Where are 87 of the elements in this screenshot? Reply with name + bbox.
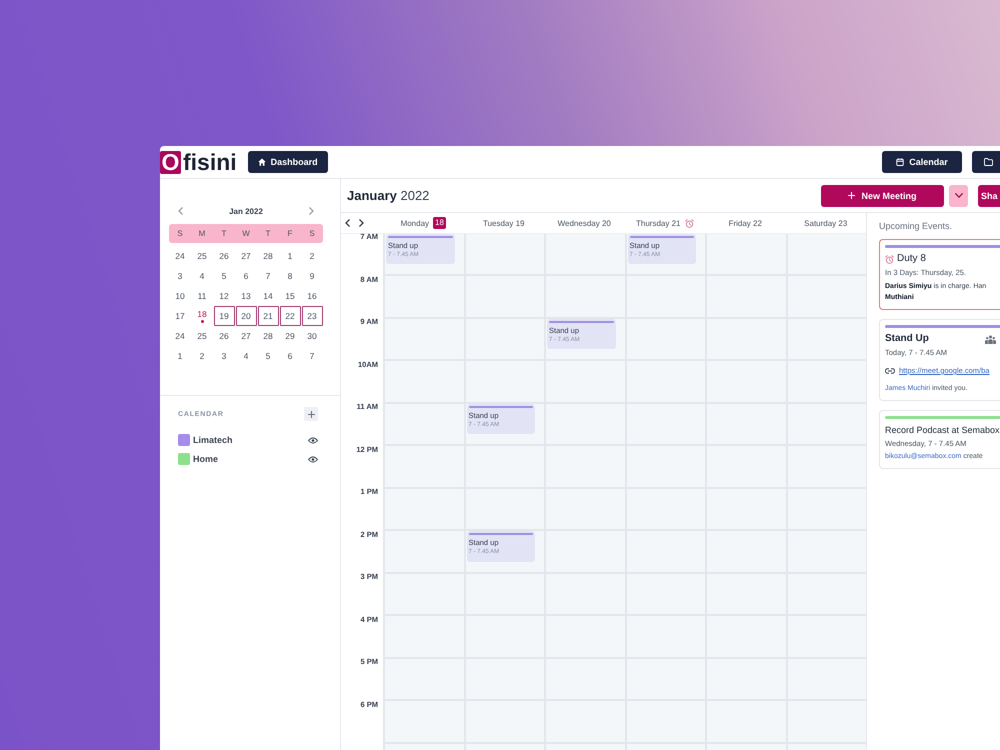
date-cell[interactable]: 26: [214, 326, 234, 346]
chevron-left-icon[interactable]: [345, 219, 350, 227]
card-title: Stand Up: [885, 333, 930, 345]
date-cell[interactable]: 5: [214, 266, 234, 286]
panel-heading: Upcoming Events.: [879, 221, 952, 231]
date-cell[interactable]: 4: [236, 346, 256, 366]
date-cell[interactable]: 30: [302, 326, 322, 346]
date-cell[interactable]: 3: [170, 266, 190, 286]
date-cell[interactable]: 2: [192, 346, 212, 366]
day-label: Wednesday 20: [558, 218, 611, 228]
logo-text: fisini: [183, 150, 237, 174]
chevron-down-icon: [954, 193, 962, 198]
day-label: Monday: [400, 218, 430, 228]
calendar-label[interactable]: Limatech: [193, 435, 233, 445]
month-label: Jan 2022: [229, 206, 263, 216]
date-cell[interactable]: 6: [280, 346, 300, 366]
date-cell[interactable]: 7: [258, 266, 278, 286]
weekday-label: S: [309, 229, 315, 238]
date-cell[interactable]: 19: [214, 306, 234, 326]
date-cell[interactable]: 28: [258, 326, 278, 346]
add-calendar-button[interactable]: [304, 407, 318, 421]
chevron-right-icon[interactable]: [359, 219, 364, 227]
weekday-label: T: [222, 229, 226, 238]
date-cell[interactable]: 7: [302, 346, 322, 366]
people-icon: [985, 334, 996, 344]
date-cell[interactable]: 15: [280, 286, 300, 306]
date-cell[interactable]: 20: [236, 306, 256, 326]
day-label: Friday 22: [728, 218, 762, 228]
day-label: Thursday 21: [636, 218, 680, 228]
date-cell[interactable]: 24: [170, 326, 190, 346]
date-cell[interactable]: 28: [258, 246, 278, 266]
date-cell[interactable]: 1: [170, 346, 190, 366]
plus-icon: [848, 192, 856, 199]
new-meeting-button[interactable]: New Meeting: [821, 184, 944, 206]
date-cell[interactable]: 6: [236, 266, 256, 286]
date-cell[interactable]: 21: [258, 306, 278, 326]
date-cell[interactable]: 22: [280, 306, 300, 326]
weekday-label: W: [242, 229, 250, 238]
date-cell[interactable]: 10: [170, 286, 190, 306]
weekday-label: F: [288, 229, 292, 238]
calendar-icon: [896, 158, 904, 166]
date-cell[interactable]: 11: [192, 286, 212, 306]
date-cell[interactable]: 17: [170, 306, 190, 326]
folder-icon: [984, 158, 993, 166]
alarm-clock-icon: [885, 254, 894, 264]
date-cell[interactable]: 23: [302, 306, 322, 326]
dropdown-button[interactable]: [949, 184, 968, 206]
date-cell[interactable]: 14: [258, 286, 278, 306]
card-title: Record Podcast at Semabox: [885, 424, 1000, 436]
date-cell[interactable]: 2: [302, 246, 322, 266]
card-title: Duty 8: [897, 253, 926, 265]
date-cell[interactable]: 25: [192, 326, 212, 346]
month-title: January 2022: [347, 188, 430, 203]
weekday-label: S: [177, 229, 183, 238]
weekday-label: M: [198, 229, 206, 238]
date-cell[interactable]: 1: [280, 246, 300, 266]
date-badge: 18: [433, 217, 446, 229]
date-cell[interactable]: 27: [236, 246, 256, 266]
date-cell[interactable]: 8: [280, 266, 300, 286]
date-cell[interactable]: 3: [214, 346, 234, 366]
date-cell[interactable]: 4: [192, 266, 212, 286]
date-cell[interactable]: 18: [192, 306, 212, 326]
dashboard-button[interactable]: Dashboard: [248, 151, 328, 173]
calendar-label[interactable]: Home: [193, 454, 218, 464]
home-icon: [258, 158, 266, 166]
share-button[interactable]: Sha: [978, 184, 1000, 206]
eye-icon[interactable]: [308, 456, 318, 462]
weekday-label: T: [266, 229, 270, 238]
folder-button[interactable]: [972, 151, 1000, 173]
logo-mark: O: [160, 150, 181, 174]
date-cell[interactable]: 9: [302, 266, 322, 286]
link-icon: [885, 368, 895, 374]
calendar-button[interactable]: Calendar: [882, 151, 962, 173]
date-cell[interactable]: 26: [214, 246, 234, 266]
today-dot-icon: [200, 320, 204, 323]
day-label: Tuesday 19: [482, 218, 525, 228]
date-cell[interactable]: 16: [302, 286, 322, 306]
day-label: Saturday 23: [804, 218, 848, 228]
date-cell[interactable]: 12: [214, 286, 234, 306]
date-cell[interactable]: 5: [258, 346, 278, 366]
date-cell[interactable]: 27: [236, 326, 256, 346]
date-cell[interactable]: 24: [170, 246, 190, 266]
eye-icon[interactable]: [308, 436, 318, 444]
date-cell[interactable]: 13: [236, 286, 256, 306]
date-cell[interactable]: 29: [280, 326, 300, 346]
plus-icon: [308, 410, 314, 418]
date-cell[interactable]: 25: [192, 246, 212, 266]
